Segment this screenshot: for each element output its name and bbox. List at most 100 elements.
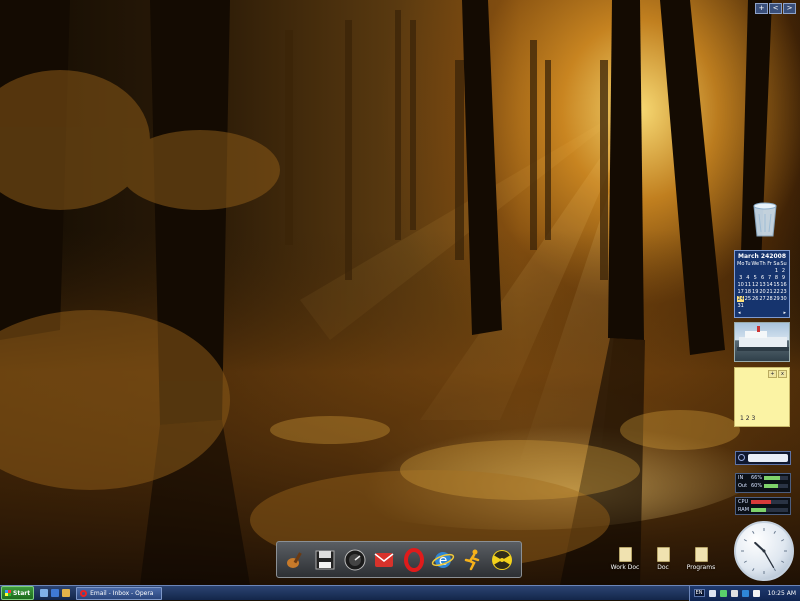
- analog-clock-gadget[interactable]: [734, 521, 794, 581]
- meter-fill: [751, 508, 766, 512]
- dial-icon[interactable]: [342, 547, 368, 573]
- tray-network-icon[interactable]: [719, 589, 727, 597]
- opera-icon[interactable]: [401, 547, 427, 573]
- tray-app-icon[interactable]: [730, 589, 738, 597]
- calendar-day[interactable]: 8: [773, 275, 780, 281]
- calendar-day[interactable]: 18: [744, 289, 751, 295]
- calendar-day[interactable]: 21: [766, 289, 773, 295]
- calendar-day[interactable]: 22: [773, 289, 780, 295]
- calendar-day: [766, 303, 773, 309]
- calendar-day[interactable]: 17: [737, 289, 744, 295]
- calendar-day[interactable]: 5: [751, 275, 759, 281]
- calendar-day[interactable]: 27: [759, 296, 766, 302]
- calendar-day[interactable]: 12: [751, 282, 759, 288]
- system-meter-gadget: CPU RAM: [735, 497, 791, 515]
- calendar-day[interactable]: 31: [737, 303, 744, 309]
- search-gadget[interactable]: [735, 451, 791, 465]
- calendar-day[interactable]: 20: [759, 289, 766, 295]
- calendar-day[interactable]: 24: [737, 296, 745, 302]
- calendar-day: [759, 303, 766, 309]
- clock-tick: [781, 539, 785, 542]
- calendar-day[interactable]: 30: [780, 296, 787, 302]
- calendar-day[interactable]: 7: [766, 275, 773, 281]
- taskbar-clock[interactable]: 10:25 AM: [768, 590, 796, 597]
- recycle-bin-icon[interactable]: [748, 200, 782, 240]
- calendar-day[interactable]: 19: [751, 289, 759, 295]
- calendar-day[interactable]: 29: [773, 296, 780, 302]
- calendar-day[interactable]: 4: [744, 275, 751, 281]
- tray-volume-icon[interactable]: [708, 589, 716, 597]
- meter-fill: [751, 500, 772, 504]
- tray-safely-remove-icon[interactable]: [752, 589, 760, 597]
- taskbar-button-email[interactable]: Email - Inbox - Opera: [76, 586, 163, 600]
- desktop-icon-doc[interactable]: Doc: [648, 547, 678, 571]
- note-text[interactable]: 1 2 3: [740, 415, 755, 422]
- windows-logo-icon: [5, 590, 11, 596]
- calendar-weekday: Tu: [745, 261, 751, 267]
- start-label: Start: [13, 589, 31, 597]
- meter-label: RAM: [738, 507, 750, 513]
- clock-tick: [743, 539, 747, 542]
- note-close-button[interactable]: x: [778, 370, 787, 378]
- meter-label: IN: [738, 475, 744, 481]
- ship-photo: [737, 326, 789, 351]
- sidebar-top-controls: + < >: [755, 3, 796, 14]
- explorer-quicklaunch-icon[interactable]: [62, 589, 71, 597]
- note-add-button[interactable]: +: [768, 370, 777, 378]
- calendar-day[interactable]: 6: [759, 275, 766, 281]
- clock-hour-hand: [754, 541, 765, 552]
- meter-fill: [764, 484, 779, 488]
- meter-value: 66%: [751, 475, 763, 481]
- meter-row-in: IN 66%: [736, 474, 790, 482]
- internet-explorer-icon[interactable]: e: [430, 547, 456, 573]
- clock-tick: [773, 568, 776, 572]
- search-icon[interactable]: [738, 454, 745, 461]
- calendar-day[interactable]: 28: [766, 296, 773, 302]
- calendar-day[interactable]: 3: [737, 275, 744, 281]
- folder-icon: [694, 547, 708, 562]
- calendar-day[interactable]: 15: [773, 282, 780, 288]
- calendar-day[interactable]: 2: [780, 268, 787, 274]
- ie-quicklaunch-icon[interactable]: [51, 589, 60, 597]
- calendar-day[interactable]: 25: [744, 296, 751, 302]
- calendar-day[interactable]: 11: [744, 282, 751, 288]
- desktop-icon-label: Work Doc: [610, 564, 640, 571]
- forest-scene: [0, 0, 800, 585]
- show-desktop-icon[interactable]: [40, 589, 49, 597]
- search-input[interactable]: [748, 454, 788, 462]
- folder-icon: [618, 547, 632, 562]
- calendar-next-icon[interactable]: ▸: [783, 310, 786, 316]
- sidebar-next-button[interactable]: >: [783, 3, 796, 14]
- tray-update-icon[interactable]: [741, 589, 749, 597]
- calendar-day[interactable]: 9: [780, 275, 787, 281]
- calendar-day[interactable]: 14: [766, 282, 773, 288]
- sidebar-add-button[interactable]: +: [755, 3, 768, 14]
- slideshow-gadget[interactable]: [734, 322, 790, 362]
- clock-tick: [781, 560, 785, 563]
- opera-icon: [80, 589, 88, 597]
- desktop-icon-work-doc[interactable]: Work Doc: [610, 547, 640, 571]
- sidebar-prev-button[interactable]: <: [769, 3, 782, 14]
- save-disk-icon[interactable]: [312, 547, 338, 573]
- meter-label: CPU: [738, 499, 749, 505]
- calendar-day[interactable]: 26: [751, 296, 759, 302]
- calendar-weekday: We: [751, 261, 760, 267]
- calendar-day[interactable]: 23: [780, 289, 787, 295]
- calendar-weekday: Su: [780, 261, 787, 267]
- calendar-gadget[interactable]: March 24 2008 Mo Tu We Th Fr Sa Su 1 2 3 4 5 6 7 8 9 10 1…: [734, 250, 790, 318]
- start-button[interactable]: Start: [1, 586, 35, 600]
- calendar-day[interactable]: 16: [780, 282, 787, 288]
- desktop-icon-programs[interactable]: Programs: [686, 547, 716, 571]
- calendar-prev-icon[interactable]: ◂: [738, 310, 741, 316]
- notes-gadget[interactable]: + x 1 2 3: [734, 367, 790, 427]
- calendar-day[interactable]: 10: [737, 282, 744, 288]
- calendar-day[interactable]: 1: [773, 268, 780, 274]
- runner-icon[interactable]: [460, 547, 486, 573]
- language-indicator[interactable]: EN: [693, 589, 705, 597]
- radiation-icon[interactable]: [489, 547, 515, 573]
- calendar-day[interactable]: 13: [759, 282, 766, 288]
- guitar-icon[interactable]: [283, 547, 309, 573]
- mail-icon[interactable]: [371, 547, 397, 573]
- calendar-day: [780, 303, 787, 309]
- calendar-day: [737, 268, 744, 274]
